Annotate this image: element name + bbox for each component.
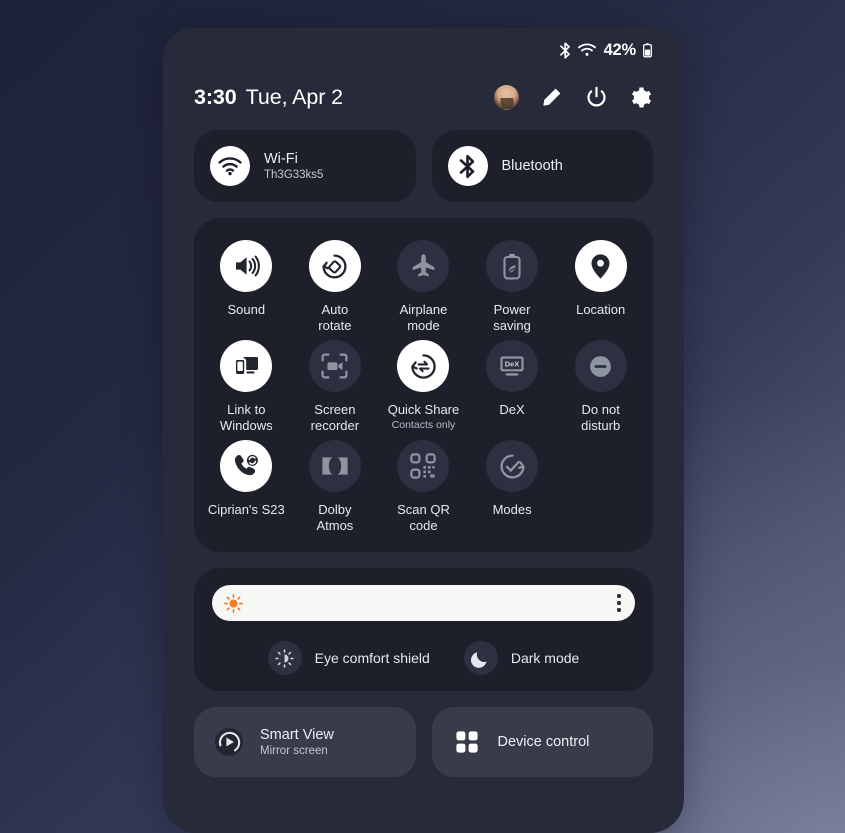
header-actions bbox=[494, 84, 653, 110]
wifi-icon bbox=[210, 146, 250, 186]
toggle-label: Do not disturb bbox=[581, 402, 621, 433]
toggle-label: Power saving bbox=[493, 302, 531, 333]
pencil-icon bbox=[541, 86, 563, 108]
mode-label: Dark mode bbox=[510, 650, 580, 666]
do-not-disturb-icon bbox=[574, 340, 627, 392]
bluetooth-icon bbox=[559, 41, 571, 59]
toggle-do-not-disturb[interactable]: Do not disturb bbox=[556, 340, 645, 434]
toggle-label: Quick Share bbox=[387, 402, 460, 417]
toggle-power-saving[interactable]: Power saving bbox=[468, 240, 557, 334]
screen-recorder-icon bbox=[308, 340, 361, 392]
clock-block[interactable]: 3:30 Tue, Apr 2 bbox=[194, 85, 343, 110]
tile-title: Device control bbox=[497, 734, 590, 750]
wifi-title: Wi-Fi bbox=[264, 151, 298, 167]
bluetooth-icon bbox=[447, 146, 488, 186]
wifi-text: Wi-Fi Th3G33ks5 bbox=[264, 151, 323, 181]
call-transfer-icon bbox=[220, 440, 273, 492]
quick-settings-panel: 42% 3:30 Tue, Apr 2 Wi-Fi Th3G33ks5 Blue… bbox=[163, 28, 684, 833]
more-options-icon[interactable] bbox=[617, 594, 624, 612]
wifi-network-name: Th3G33ks5 bbox=[264, 169, 324, 181]
toggle-row-2: Link to Windows Screen recorder Quick Sh… bbox=[202, 340, 645, 434]
power-icon bbox=[585, 86, 608, 109]
avatar-icon bbox=[494, 84, 519, 110]
bluetooth-tile[interactable]: Bluetooth bbox=[431, 130, 653, 202]
smart-view-tile[interactable]: Smart View Mirror screen bbox=[194, 707, 416, 777]
clock-date: Tue, Apr 2 bbox=[245, 84, 344, 109]
wifi-tile[interactable]: Wi-Fi Th3G33ks5 bbox=[194, 130, 416, 202]
toggle-screen-recorder[interactable]: Screen recorder bbox=[291, 340, 380, 434]
device-control-text: Device control bbox=[498, 734, 590, 750]
speaker-icon bbox=[220, 240, 273, 292]
tile-title: Smart View bbox=[260, 727, 334, 743]
toggle-row-spacer bbox=[556, 440, 645, 534]
toggle-row-1: Sound Auto rotate Airplane mode Power sa… bbox=[202, 240, 645, 334]
toggle-label: Airplane mode bbox=[399, 302, 448, 333]
toggle-airplane-mode[interactable]: Airplane mode bbox=[379, 240, 468, 334]
battery-icon bbox=[643, 42, 652, 58]
moon-icon bbox=[463, 641, 498, 675]
smart-view-icon bbox=[212, 725, 246, 759]
eye-comfort-icon bbox=[267, 641, 302, 675]
dark-mode-toggle[interactable]: Dark mode bbox=[463, 641, 580, 675]
link-to-windows-icon bbox=[220, 340, 273, 392]
brightness-card: Eye comfort shield Dark mode bbox=[194, 568, 653, 691]
power-button[interactable] bbox=[585, 86, 608, 109]
brightness-slider[interactable] bbox=[212, 585, 635, 621]
bluetooth-title: Bluetooth bbox=[501, 158, 563, 174]
toggle-link-to-windows[interactable]: Link to Windows bbox=[202, 340, 291, 434]
toggle-label: Modes bbox=[492, 502, 532, 517]
toggle-scan-qr-code[interactable]: Scan QR code bbox=[379, 440, 468, 534]
user-avatar-button[interactable] bbox=[494, 84, 519, 110]
toggle-label: Auto rotate bbox=[318, 302, 352, 333]
display-mode-row: Eye comfort shield Dark mode bbox=[212, 641, 635, 675]
settings-button[interactable] bbox=[630, 86, 653, 109]
toggle-sublabel: Contacts only bbox=[391, 419, 456, 431]
toggle-label: Location bbox=[576, 302, 626, 317]
toggle-label: Dolby Atmos bbox=[316, 502, 354, 533]
mode-label: Eye comfort shield bbox=[314, 650, 430, 666]
connectivity-row: Wi-Fi Th3G33ks5 Bluetooth bbox=[194, 130, 653, 202]
auto-rotate-icon bbox=[308, 240, 361, 292]
panel-header: 3:30 Tue, Apr 2 bbox=[194, 72, 653, 122]
toggle-sound[interactable]: Sound bbox=[202, 240, 291, 334]
toggle-label: Scan QR code bbox=[397, 502, 450, 533]
toggle-dex[interactable]: DeX DeX bbox=[468, 340, 557, 434]
bottom-tiles-row: Smart View Mirror screen Device control bbox=[194, 707, 653, 777]
toggle-label: Ciprian's S23 bbox=[207, 502, 285, 517]
toggle-label: Link to Windows bbox=[219, 402, 273, 433]
airplane-icon bbox=[397, 240, 450, 292]
wifi-icon bbox=[577, 43, 596, 57]
modes-icon bbox=[486, 440, 539, 492]
edit-button[interactable] bbox=[541, 86, 563, 108]
brightness-sun-icon bbox=[224, 593, 243, 613]
battery-percent-label: 42% bbox=[603, 40, 637, 59]
clock-time: 3:30 bbox=[194, 84, 237, 109]
device-control-icon bbox=[450, 725, 484, 759]
status-bar: 42% bbox=[194, 28, 653, 72]
battery-leaf-icon bbox=[486, 240, 539, 292]
device-control-tile[interactable]: Device control bbox=[431, 707, 653, 777]
quick-share-icon bbox=[397, 340, 450, 392]
toggle-modes[interactable]: Modes bbox=[468, 440, 557, 534]
svg-text:DeX: DeX bbox=[505, 359, 519, 368]
eye-comfort-shield-toggle[interactable]: Eye comfort shield bbox=[267, 641, 430, 675]
dex-icon: DeX bbox=[486, 340, 539, 392]
toggle-label: Sound bbox=[227, 302, 266, 317]
dolby-atmos-icon bbox=[308, 440, 361, 492]
toggle-row-3: Ciprian's S23 Dolby Atmos Scan QR code M… bbox=[202, 440, 645, 534]
qr-code-icon bbox=[397, 440, 450, 492]
toggle-quick-share[interactable]: Quick Share Contacts only bbox=[379, 340, 468, 434]
toggle-label: DeX bbox=[499, 402, 525, 417]
location-pin-icon bbox=[574, 240, 627, 292]
smart-view-text: Smart View Mirror screen bbox=[260, 727, 334, 757]
tile-sublabel: Mirror screen bbox=[260, 745, 328, 757]
gear-icon bbox=[630, 86, 653, 109]
toggle-dolby-atmos[interactable]: Dolby Atmos bbox=[291, 440, 380, 534]
quick-toggles-card: Sound Auto rotate Airplane mode Power sa… bbox=[194, 218, 653, 552]
toggle-label: Screen recorder bbox=[310, 402, 360, 433]
toggle-location[interactable]: Location bbox=[556, 240, 645, 334]
bluetooth-text: Bluetooth bbox=[502, 158, 563, 174]
toggle-auto-rotate[interactable]: Auto rotate bbox=[291, 240, 380, 334]
toggle-call-device[interactable]: Ciprian's S23 bbox=[202, 440, 291, 534]
